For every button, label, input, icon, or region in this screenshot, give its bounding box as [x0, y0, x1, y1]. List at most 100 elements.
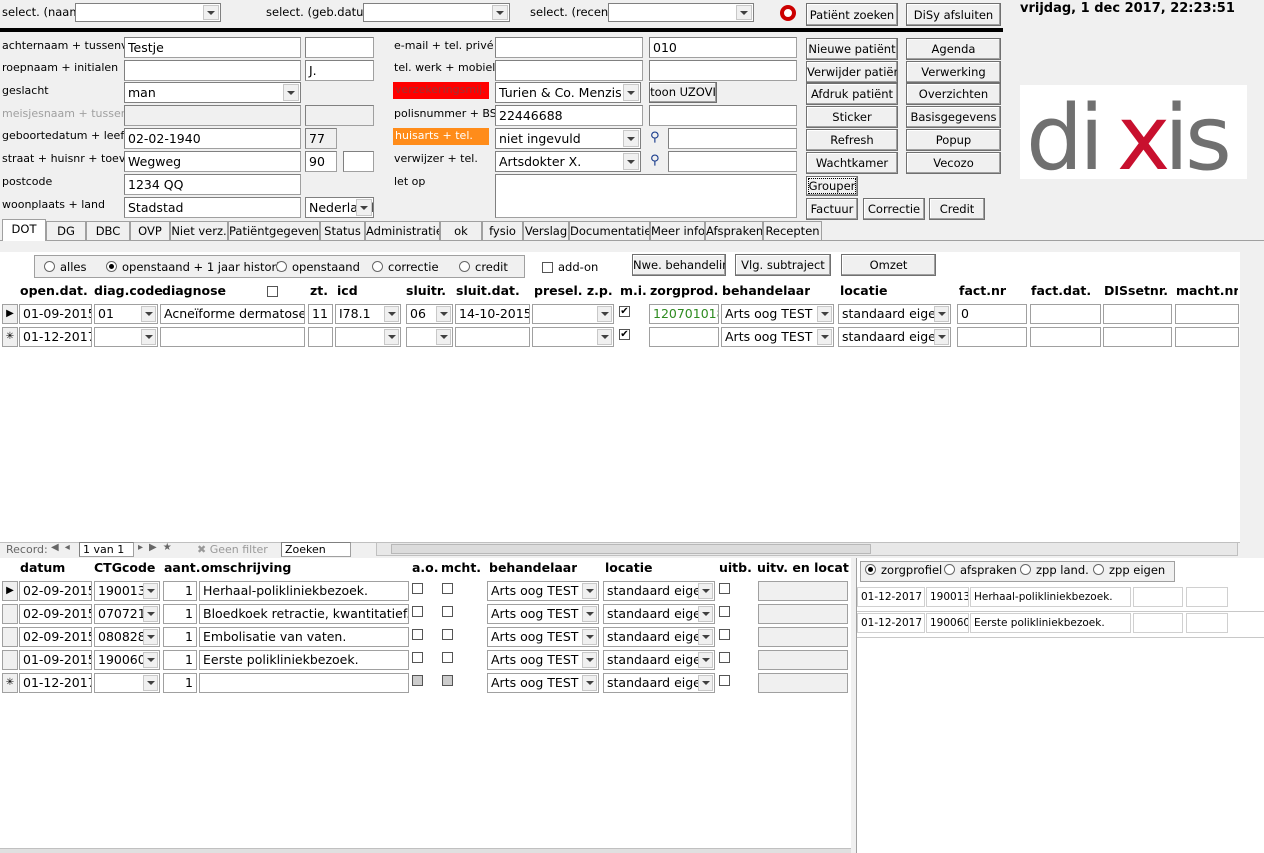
radio-openstaand[interactable]: openstaand: [276, 260, 360, 274]
act-uitb-checkbox[interactable]: [719, 675, 730, 686]
dot-diagnose-cell[interactable]: Acneïforme dermatosen: [160, 304, 305, 324]
chevron-down-icon[interactable]: [143, 652, 158, 668]
act-omschrijving-cell[interactable]: [199, 673, 409, 693]
dot-open-dat-cell[interactable]: 01-09-2015: [19, 304, 92, 324]
act-mcht-checkbox[interactable]: [442, 606, 453, 617]
chevron-down-icon[interactable]: [623, 84, 639, 101]
dot-sluit-dat-cell[interactable]: [455, 327, 530, 347]
row-selector[interactable]: [2, 627, 18, 647]
chevron-down-icon[interactable]: [283, 84, 299, 101]
act-datum-cell[interactable]: 01-09-2015: [19, 650, 92, 670]
huisarts-tel-field[interactable]: [668, 128, 797, 149]
act-mcht-checkbox[interactable]: [442, 583, 453, 594]
chevron-down-icon[interactable]: [143, 675, 158, 691]
radio-icon[interactable]: [459, 261, 470, 272]
tab-documentatie[interactable]: Documentatie: [569, 221, 650, 240]
dot-zt-cell[interactable]: [308, 327, 333, 347]
toevoeging-field[interactable]: [343, 151, 374, 172]
dot-zorgprod-cell[interactable]: [649, 327, 719, 347]
chevron-down-icon[interactable]: [597, 306, 612, 322]
radio-zpp-eigen[interactable]: zpp eigen: [1093, 563, 1165, 577]
chevron-down-icon[interactable]: [436, 306, 451, 322]
tab-dbc[interactable]: DBC: [86, 221, 130, 240]
select-naam-combo[interactable]: [75, 3, 221, 22]
chevron-down-icon[interactable]: [384, 306, 399, 322]
act-ao-checkbox[interactable]: [412, 652, 423, 663]
woonplaats-field[interactable]: Stadstad: [124, 197, 301, 218]
tab-niet-verz[interactable]: Niet verz.: [170, 221, 228, 240]
tel-prive-field[interactable]: 010: [649, 37, 797, 58]
chevron-down-icon[interactable]: [143, 606, 158, 622]
straat-field[interactable]: Wegweg: [124, 151, 301, 172]
dot-fact-nr-cell[interactable]: 0: [957, 304, 1027, 324]
radio-zpp-land[interactable]: zpp land.: [1020, 563, 1089, 577]
act-locatie-combo[interactable]: standaard eigen: [603, 627, 715, 647]
chevron-down-icon[interactable]: [817, 329, 832, 345]
row-selector[interactable]: [2, 604, 18, 624]
popup-button[interactable]: Popup: [906, 129, 1001, 151]
radio-afspraken[interactable]: afspraken: [944, 563, 1017, 577]
overzichten-button[interactable]: Overzichten: [906, 83, 1001, 105]
phone-icon[interactable]: ⚲: [650, 130, 660, 145]
tab-recepten[interactable]: Recepten: [763, 221, 822, 240]
dot-presel-combo[interactable]: [532, 327, 614, 347]
act-aant-cell[interactable]: 1: [163, 604, 197, 624]
act-uitb-checkbox[interactable]: [719, 629, 730, 640]
dot-zt-cell[interactable]: 11: [308, 304, 333, 324]
act-ctgcode-combo[interactable]: 080828: [94, 627, 160, 647]
omzet-button[interactable]: Omzet: [841, 254, 936, 276]
bsn-field[interactable]: [649, 105, 797, 126]
phone-icon[interactable]: ⚲: [650, 153, 660, 168]
patient-zoeken-button[interactable]: Patiënt zoeken: [806, 3, 898, 26]
grouper-button[interactable]: Grouper: [806, 176, 858, 196]
act-ctgcode-combo[interactable]: 070721: [94, 604, 160, 624]
radio-icon[interactable]: [372, 261, 383, 272]
tab-pati-ntgegevens[interactable]: Patiëntgegevens: [228, 221, 320, 240]
act-behandelaar-combo[interactable]: Arts oog TEST: [487, 650, 599, 670]
tab-status[interactable]: Status: [320, 221, 365, 240]
act-locatie-combo[interactable]: standaard eigen: [603, 673, 715, 693]
act-ctgcode-combo[interactable]: [94, 673, 160, 693]
dot-dissetnr-cell[interactable]: [1103, 327, 1172, 347]
chevron-down-icon[interactable]: [143, 583, 158, 599]
act-uitb-checkbox[interactable]: [719, 583, 730, 594]
dot-presel-combo[interactable]: [532, 304, 614, 324]
tussenvoegsel-field[interactable]: [305, 37, 374, 58]
dot-diagnose-cell[interactable]: [160, 327, 305, 347]
initialen-field[interactable]: J.: [305, 60, 374, 81]
dot-mi-checkbox[interactable]: ✔: [619, 329, 630, 340]
tab-dg[interactable]: DG: [46, 221, 86, 240]
act-locatie-combo[interactable]: standaard eigen: [603, 650, 715, 670]
record-position-field[interactable]: 1 van 1: [79, 542, 134, 557]
act-omschrijving-cell[interactable]: Herhaal-polikliniekbezoek.: [199, 581, 409, 601]
act-behandelaar-combo[interactable]: Arts oog TEST: [487, 673, 599, 693]
correctie-button[interactable]: Correctie: [863, 198, 925, 220]
tab-administratie[interactable]: Administratie: [365, 221, 440, 240]
row-selector[interactable]: ▶: [2, 581, 18, 601]
chevron-down-icon[interactable]: [356, 199, 372, 216]
tab-dot[interactable]: DOT: [2, 219, 46, 241]
radio-icon[interactable]: [1020, 564, 1031, 575]
act-datum-cell[interactable]: 02-09-2015: [19, 627, 92, 647]
postcode-field[interactable]: 1234 QQ: [124, 174, 301, 195]
tab-ok[interactable]: ok: [440, 221, 482, 240]
radio-icon[interactable]: [944, 564, 955, 575]
dot-mi-checkbox[interactable]: ✔: [619, 306, 630, 317]
act-ao-checkbox[interactable]: [412, 606, 423, 617]
huisnr-field[interactable]: 90: [305, 151, 337, 172]
chevron-down-icon[interactable]: [934, 306, 949, 322]
chevron-down-icon[interactable]: [698, 629, 713, 645]
radio-credit[interactable]: credit: [459, 260, 508, 274]
nieuwe-patient-button[interactable]: Nieuwe patiënt: [806, 38, 898, 60]
achternaam-field[interactable]: Testje: [124, 37, 301, 58]
geen-filter-button[interactable]: ✖ Geen filter: [197, 543, 268, 556]
verzekering-combo[interactable]: Turien & Co. Menzis: [495, 82, 641, 103]
email-field[interactable]: [495, 37, 643, 58]
chevron-down-icon[interactable]: [582, 583, 597, 599]
let-op-field[interactable]: [495, 174, 797, 218]
act-uitv-cell[interactable]: [758, 627, 848, 647]
afdruk-patient-button[interactable]: Afdruk patiënt: [806, 83, 898, 105]
act-datum-cell[interactable]: 02-09-2015: [19, 581, 92, 601]
chevron-down-icon[interactable]: [934, 329, 949, 345]
tab-afspraken[interactable]: Afspraken: [705, 221, 763, 240]
